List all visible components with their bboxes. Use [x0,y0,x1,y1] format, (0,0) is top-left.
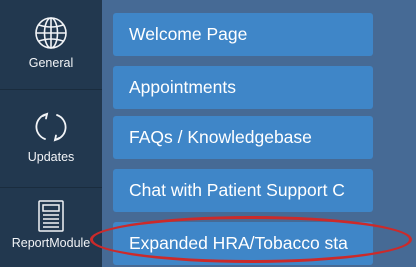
menu-item-welcome-page[interactable]: Welcome Page [113,13,373,56]
globe-icon [34,16,68,50]
sidebar-item-label: ReportModule [11,236,91,250]
sidebar-divider [0,89,102,90]
sidebar-item-general[interactable]: General [0,16,102,70]
sidebar: General Updates ReportModule [0,0,102,267]
menu-item-appointments[interactable]: Appointments [113,66,373,109]
report-icon [38,200,64,232]
refresh-icon [34,110,68,144]
menu-item-chat-patient-support[interactable]: Chat with Patient Support C [113,169,373,212]
sidebar-divider [0,187,102,188]
sidebar-item-reportmodule[interactable]: ReportModule [0,200,102,250]
menu-item-faqs[interactable]: FAQs / Knowledgebase [113,116,373,159]
menu-item-expanded-hra-tobacco[interactable]: Expanded HRA/Tobacco sta [113,222,373,265]
sidebar-item-label: Updates [27,150,75,164]
sidebar-item-updates[interactable]: Updates [0,110,102,164]
sidebar-item-label: General [28,56,74,70]
